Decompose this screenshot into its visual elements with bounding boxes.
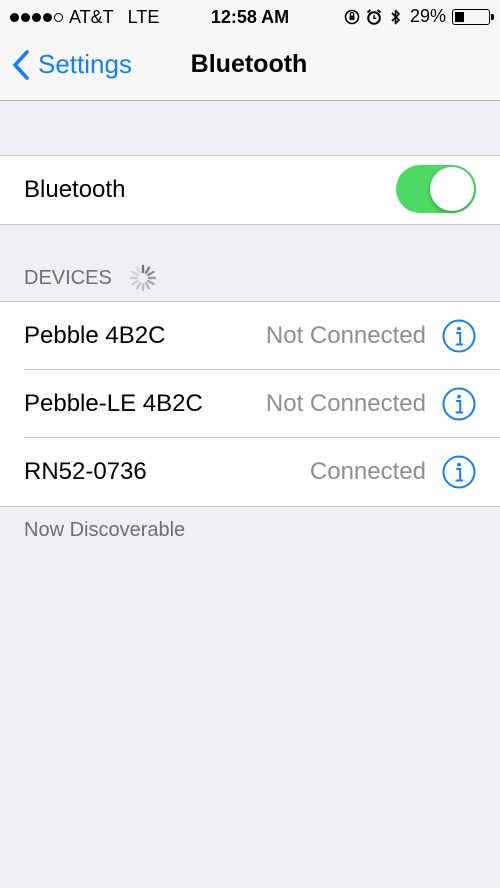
- status-right: 29%: [344, 6, 494, 27]
- battery-icon: [452, 8, 494, 25]
- bluetooth-icon: [391, 9, 400, 24]
- devices-list: Pebble 4B2C Not Connected Pebble-LE 4B2C…: [0, 301, 500, 507]
- device-name: RN52-0736: [24, 458, 147, 485]
- discoverable-footer: Now Discoverable: [24, 519, 186, 541]
- devices-section-header: DEVICES: [24, 263, 158, 293]
- info-icon[interactable]: [442, 319, 476, 353]
- page-title: Bluetooth: [190, 50, 308, 78]
- navigation-bar: Settings Bluetooth: [0, 34, 500, 101]
- info-icon[interactable]: [442, 455, 476, 489]
- status-bar: AT&T LTE 12:58 AM 29%: [0, 0, 500, 34]
- device-name: Pebble 4B2C: [24, 322, 166, 349]
- info-icon[interactable]: [442, 387, 476, 421]
- bluetooth-toggle-group: Bluetooth: [0, 155, 500, 225]
- device-row-pebble[interactable]: Pebble 4B2C Not Connected: [0, 302, 500, 370]
- rotation-lock-icon: [344, 9, 360, 24]
- bluetooth-toggle-row: Bluetooth: [0, 156, 500, 224]
- bluetooth-toggle[interactable]: [396, 165, 476, 213]
- device-name: Pebble-LE 4B2C: [24, 390, 203, 417]
- device-status: Not Connected: [265, 322, 426, 349]
- alarm-icon: [366, 8, 382, 25]
- devices-header-label: DEVICES: [24, 266, 112, 289]
- toggle-knob: [430, 167, 474, 211]
- device-row-rn52[interactable]: RN52-0736 Connected: [0, 438, 500, 506]
- device-status: Connected: [309, 458, 426, 485]
- bluetooth-label: Bluetooth: [24, 176, 126, 203]
- loading-spinner-icon: [129, 264, 157, 292]
- battery-percentage: 29%: [409, 6, 446, 26]
- device-status: Not Connected: [265, 390, 426, 417]
- device-row-pebble-le[interactable]: Pebble-LE 4B2C Not Connected: [0, 370, 500, 438]
